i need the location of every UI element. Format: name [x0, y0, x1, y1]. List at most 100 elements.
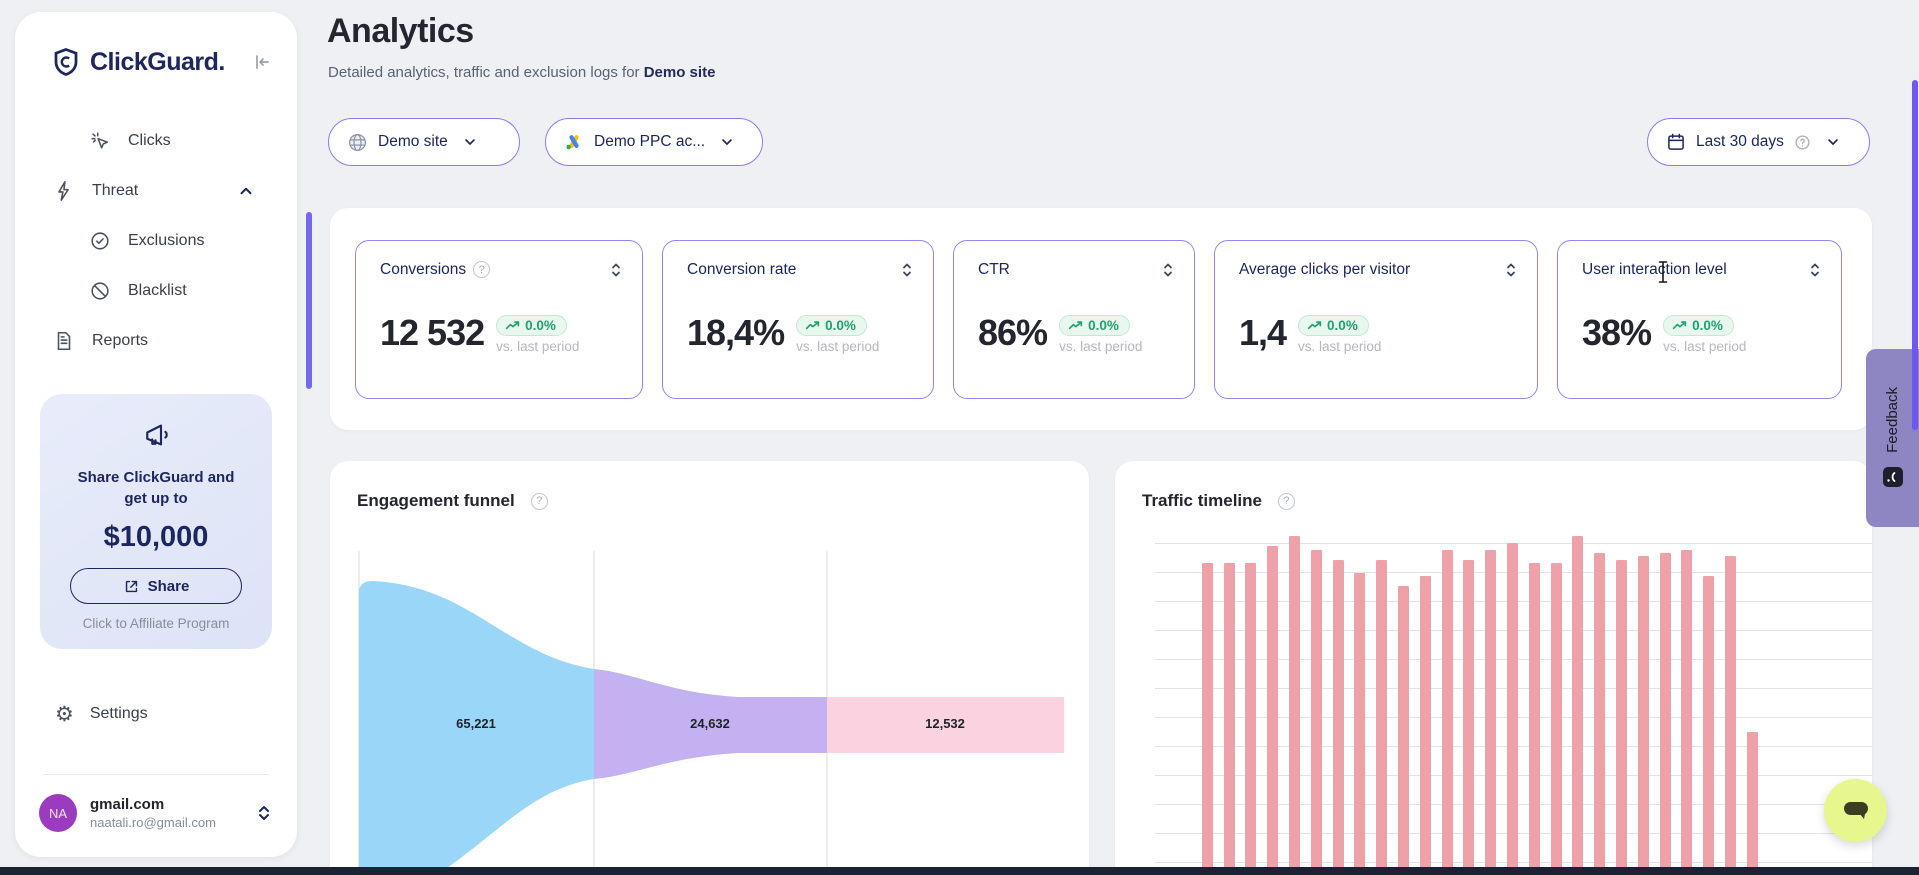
chevron-down-icon — [719, 134, 735, 150]
timeline-bar[interactable] — [1747, 732, 1758, 875]
sidebar-item-blacklist[interactable]: Blacklist — [15, 266, 297, 316]
kpi-value: 1,4 — [1239, 313, 1286, 353]
chat-button[interactable] — [1824, 779, 1887, 842]
timeline-bar[interactable] — [1420, 576, 1431, 875]
timeline-bar[interactable] — [1202, 563, 1213, 875]
account-switcher[interactable]: NA gmail.com naatali.ro@gmail.com — [39, 794, 273, 832]
engagement-funnel-card: Engagement funnel ? 65,22124,63212,532 — [330, 461, 1089, 875]
promo-caption[interactable]: Click to Affiliate Program — [40, 616, 272, 631]
kpi-caption: vs. last period — [796, 339, 879, 354]
timeline-bar[interactable] — [1551, 563, 1562, 875]
timeline-bar[interactable] — [1725, 556, 1736, 875]
change-badge: 0.0% — [1059, 315, 1130, 336]
site-selector[interactable]: Demo site — [328, 118, 520, 166]
timeline-bar[interactable] — [1224, 563, 1235, 875]
lightning-icon — [53, 180, 75, 202]
timeline-bar[interactable] — [1354, 573, 1365, 875]
share-button[interactable]: Share — [70, 568, 242, 604]
chevron-down-icon — [462, 134, 478, 150]
change-badge: 0.0% — [1663, 315, 1734, 336]
sidebar-item-threat[interactable]: Threat — [15, 166, 297, 216]
page-scrollbar[interactable] — [1912, 80, 1918, 430]
kpi-card-ctr: CTR 86% 0.0% vs. last period — [953, 240, 1195, 399]
sidebar-item-clicks[interactable]: Clicks — [15, 116, 297, 166]
subtitle-site-name: Demo site — [644, 64, 716, 81]
timeline-bar[interactable] — [1463, 560, 1474, 875]
kpi-caption: vs. last period — [1298, 339, 1381, 354]
account-email: naatali.ro@gmail.com — [90, 815, 216, 830]
cursor-click-icon — [89, 130, 111, 152]
sidebar: ClickGuard. Clicks Threat Exclusions Blackl… — [15, 12, 297, 857]
kpi-value: 86% — [978, 313, 1047, 353]
sidebar-item-reports[interactable]: Reports — [15, 316, 297, 366]
timeline-bar[interactable] — [1703, 576, 1714, 875]
clickguard-logo-icon — [51, 47, 81, 77]
promo-amount: $10,000 — [40, 521, 272, 554]
brand-name: ClickGuard. — [90, 48, 225, 77]
timeline-bar[interactable] — [1529, 563, 1540, 875]
megaphone-icon — [141, 420, 171, 450]
change-badge: 0.0% — [796, 315, 867, 336]
kpi-label: User interaction level — [1582, 261, 1727, 279]
avatar: NA — [39, 794, 77, 832]
ppc-account-selector[interactable]: Demo PPC ac... — [545, 118, 763, 166]
timeline-bar[interactable] — [1442, 550, 1453, 875]
metric-sort-icon[interactable] — [1160, 261, 1176, 279]
external-link-icon — [123, 578, 140, 595]
kpi-card-conversions: Conversions?12 5320.0%vs. last period — [355, 240, 643, 399]
help-icon[interactable]: ? — [1278, 493, 1295, 510]
text-cursor — [1657, 260, 1669, 284]
chevron-up-icon[interactable] — [237, 182, 255, 200]
kpi-card-conversion-rate: Conversion rate 18,4% 0.0% vs. last period — [662, 240, 934, 399]
sidebar-scrollbar[interactable] — [306, 212, 312, 389]
gear-icon: ⚙ — [55, 704, 74, 725]
sidebar-item-settings[interactable]: ⚙ Settings — [15, 690, 297, 738]
date-range-selector[interactable]: Last 30 days — [1647, 118, 1870, 166]
change-badge: 0.0% — [496, 315, 567, 336]
nav-label: Blacklist — [128, 282, 187, 300]
timeline-bar[interactable] — [1681, 550, 1692, 875]
timeline-bar[interactable] — [1616, 560, 1627, 875]
feedback-label: Feedback — [1884, 387, 1901, 453]
kpi-row: Conversions?12 5320.0%vs. last periodCon… — [330, 208, 1872, 430]
globe-icon — [347, 132, 368, 153]
kpi-label: CTR — [978, 261, 1010, 279]
kpi-caption: vs. last period — [496, 339, 579, 354]
kpi-card-user-interaction-level: User interaction level38%0.0%vs. last pe… — [1557, 240, 1842, 399]
sidebar-collapse-icon[interactable] — [249, 50, 273, 74]
nav-label: Threat — [92, 182, 138, 200]
timeline-bar[interactable] — [1398, 586, 1409, 875]
kpi-caption: vs. last period — [1059, 339, 1142, 354]
timeline-bar[interactable] — [1660, 553, 1671, 875]
timeline-bar[interactable] — [1333, 560, 1344, 875]
kpi-caption: vs. last period — [1663, 339, 1746, 354]
timeline-bar[interactable] — [1267, 546, 1278, 875]
timeline-bar[interactable] — [1376, 560, 1387, 875]
ban-icon — [89, 280, 111, 302]
traffic-timeline-card: Traffic timeline ? — [1115, 461, 1872, 875]
kpi-label: Conversion rate — [687, 261, 796, 279]
timeline-bar[interactable] — [1311, 550, 1322, 875]
change-badge: 0.0% — [1298, 315, 1369, 336]
metric-sort-icon[interactable] — [899, 261, 915, 279]
metric-sort-icon[interactable] — [1503, 261, 1519, 279]
timeline-bar[interactable] — [1594, 553, 1605, 875]
kpi-label: Conversions — [380, 261, 466, 279]
timeline-bar[interactable] — [1638, 556, 1649, 875]
help-icon[interactable]: ? — [473, 261, 490, 278]
funnel-stage-value: 12,532 — [925, 716, 965, 731]
calendar-icon — [1666, 132, 1686, 152]
timeline-bar[interactable] — [1289, 536, 1300, 875]
metric-sort-icon[interactable] — [608, 261, 624, 279]
help-icon — [1794, 134, 1811, 151]
timeline-title: Traffic timeline — [1142, 491, 1262, 511]
kpi-card-average-clicks-per-visitor: Average clicks per visitor1,40.0%vs. las… — [1214, 240, 1538, 399]
metric-sort-icon[interactable] — [1807, 261, 1823, 279]
kpi-value: 18,4% — [687, 313, 784, 353]
timeline-bar[interactable] — [1245, 563, 1256, 875]
sidebar-item-exclusions[interactable]: Exclusions — [15, 216, 297, 266]
timeline-bar[interactable] — [1507, 543, 1518, 875]
timeline-bar[interactable] — [1485, 550, 1496, 875]
affiliate-promo-card[interactable]: Share ClickGuard and get up to $10,000 S… — [40, 394, 272, 649]
timeline-bar[interactable] — [1572, 536, 1583, 875]
